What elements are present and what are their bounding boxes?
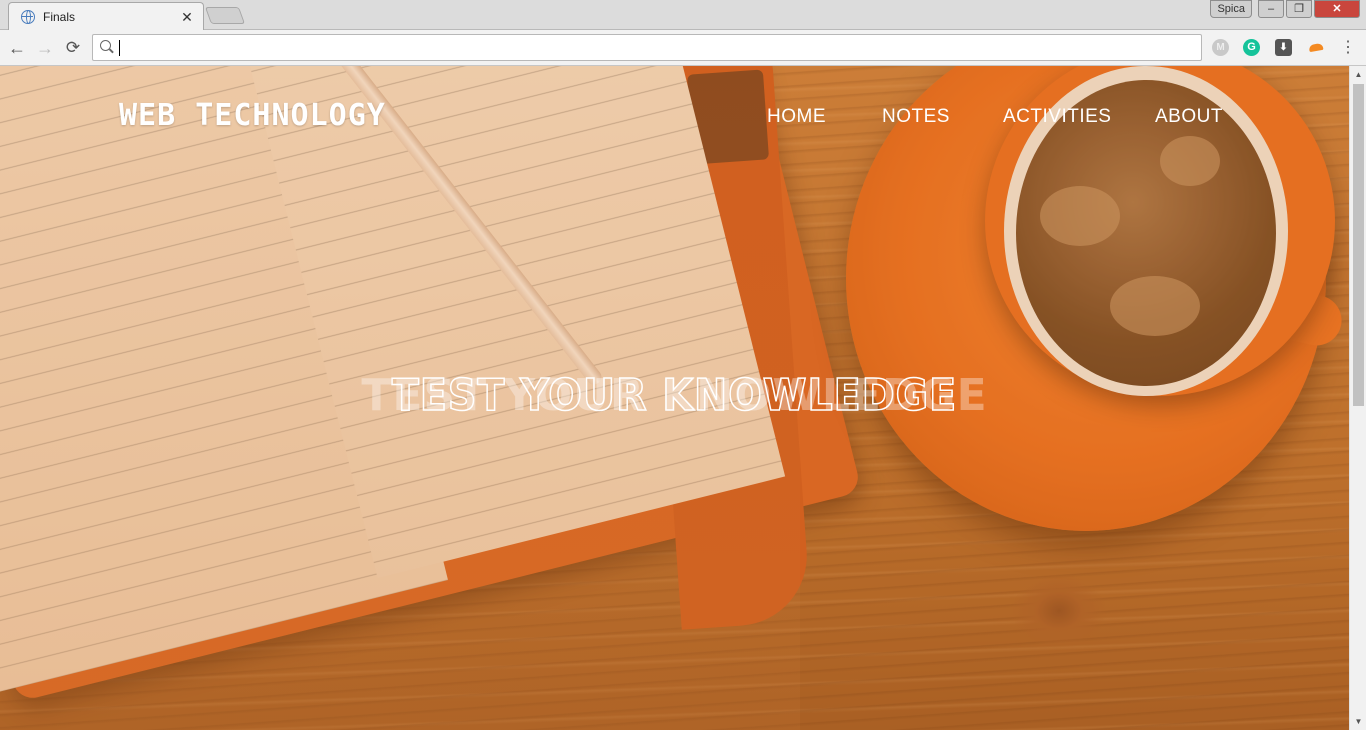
- page-viewport: WEB TECHNOLOGY HOME NOTES ACTIVITIES ABO…: [0, 66, 1349, 730]
- close-tab-icon[interactable]: ✕: [179, 9, 195, 26]
- restore-button[interactable]: ❐: [1286, 0, 1312, 18]
- text-caret: [119, 40, 120, 56]
- browser-menu-icon[interactable]: ⋮: [1340, 38, 1356, 58]
- profile-badge[interactable]: Spica: [1210, 0, 1252, 18]
- address-input[interactable]: [117, 37, 1187, 58]
- scroll-thumb[interactable]: [1353, 84, 1364, 406]
- minimize-button[interactable]: ‒: [1258, 0, 1284, 18]
- scrollbar[interactable]: ▲ ▼: [1349, 66, 1366, 730]
- back-button[interactable]: ←: [6, 37, 28, 59]
- site-nav: HOME NOTES ACTIVITIES ABOUT: [0, 106, 1349, 130]
- scroll-up-icon[interactable]: ▲: [1350, 66, 1366, 83]
- forward-button[interactable]: →: [34, 37, 56, 59]
- scroll-down-icon[interactable]: ▼: [1350, 713, 1366, 730]
- orange-extension-icon[interactable]: [1307, 39, 1324, 56]
- nav-notes[interactable]: NOTES: [882, 106, 950, 128]
- tab-title: Finals: [43, 10, 76, 24]
- grammarly-icon[interactable]: G: [1243, 39, 1260, 56]
- globe-icon: [21, 10, 35, 24]
- browser-tab[interactable]: Finals ✕: [8, 2, 204, 30]
- mendeley-icon[interactable]: M: [1212, 39, 1229, 56]
- reload-button[interactable]: ⟳: [62, 37, 84, 59]
- nav-activities[interactable]: ACTIVITIES: [1003, 106, 1111, 128]
- nav-home[interactable]: HOME: [767, 106, 826, 128]
- search-icon: [100, 40, 111, 51]
- new-tab-button[interactable]: [204, 7, 246, 24]
- hero-heading: TEST YOUR KNOWLEDGE: [391, 369, 958, 422]
- address-bar[interactable]: [92, 34, 1202, 61]
- browser-toolbar: ← → ⟳ M G ⬇ ⋮: [0, 30, 1366, 66]
- download-icon[interactable]: ⬇: [1275, 39, 1292, 56]
- close-window-button[interactable]: ✕: [1314, 0, 1360, 18]
- nav-about[interactable]: ABOUT: [1155, 106, 1223, 128]
- window-controls: Spica ‒ ❐ ✕: [1210, 0, 1360, 20]
- tab-strip: Finals ✕ Spica ‒ ❐ ✕: [0, 0, 1366, 30]
